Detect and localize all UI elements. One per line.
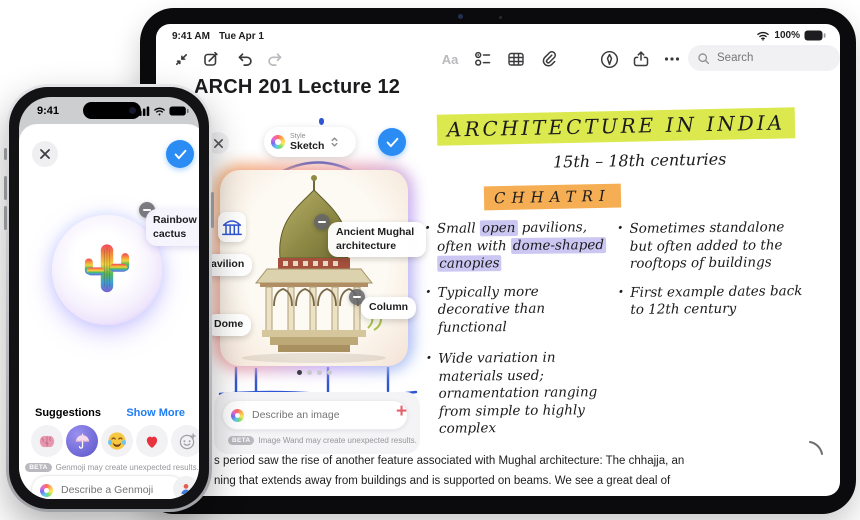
status-date: Tue Apr 1 (218, 31, 264, 42)
laughing-crying-emoji[interactable] (101, 425, 133, 457)
search-field[interactable] (688, 45, 840, 71)
note-title: ARCH 201 Lecture 12 (194, 76, 401, 98)
tag-rainbow-cactus[interactable]: Rainbow cactus (146, 209, 199, 247)
umbrella-genmoji[interactable] (66, 425, 98, 457)
brain-emoji[interactable] (31, 425, 63, 457)
redo-icon[interactable] (264, 48, 286, 70)
format-label: Aa (441, 51, 459, 67)
image-wand-accept-button[interactable] (378, 128, 406, 156)
note-bullet: First example dates back to 12th century (630, 282, 810, 319)
notes-column-right: Sometimes standalone but often added to … (617, 219, 810, 331)
volume-up-button (4, 176, 7, 200)
ipad-screen: 9:41 AM Tue Apr 1 100% Aa Search ARCH 20… (156, 24, 840, 496)
search-icon (697, 52, 710, 65)
image-wand-disclaimer: BETA Image Wand may create unexpected re… (228, 436, 417, 445)
beta-badge: BETA (228, 436, 255, 445)
heart-emoji[interactable] (136, 425, 168, 457)
action-button (4, 148, 7, 160)
collapse-toolbar-icon[interactable] (170, 48, 192, 70)
status-time: 9:41 (37, 105, 60, 117)
markup-pencil-icon[interactable] (598, 48, 620, 70)
disclaimer-text: Image Wand may create unexpected results… (258, 436, 417, 445)
genmoji-disclaimer: BETA Genmoji may create unexpected resul… (19, 463, 199, 472)
iphone-bezel: 9:41 Rainbow cactus Suggestions Show Mor… (9, 87, 209, 509)
describe-image-field[interactable] (222, 400, 408, 430)
style-label: Style (290, 132, 306, 140)
intelligence-swirl-icon (40, 483, 53, 497)
rainbow-cactus-emoji (84, 244, 130, 293)
battery-icon (804, 30, 826, 41)
chevron-up-down-icon (331, 137, 338, 147)
heading-highlight: ARCHITECTURE IN INDIA (436, 107, 796, 146)
more-ellipsis-icon[interactable] (661, 48, 683, 70)
note-bullet: Small open pavilions, often with dome-sh… (437, 219, 608, 273)
handwritten-heading: ARCHITECTURE IN INDIA (436, 107, 796, 146)
person-avatar-button[interactable] (173, 476, 199, 499)
style-value: Sketch (290, 139, 325, 152)
remove-tag-button[interactable] (314, 214, 330, 230)
notes-column-left: Small open pavilions, often with dome-sh… (425, 219, 609, 449)
section-highlight: CHHATRI (483, 183, 622, 211)
cellular-signal-icon (135, 106, 150, 116)
new-emoji-icon[interactable] (171, 425, 199, 457)
intelligence-swirl-icon (271, 135, 285, 149)
battery-icon (169, 106, 189, 116)
handwritten-subheading: 15th – 18th centuries (552, 149, 727, 172)
style-selector[interactable]: Style Sketch (264, 127, 356, 157)
describe-genmoji-field[interactable] (31, 475, 185, 499)
scroll-indicator[interactable] (806, 438, 826, 458)
checklist-icon[interactable] (472, 48, 494, 70)
note-bullet: Wide variation in materials used; orname… (438, 349, 609, 438)
variant-page-dots[interactable] (297, 370, 332, 375)
ink-drop (319, 118, 324, 125)
power-button (211, 192, 214, 228)
share-icon[interactable] (630, 48, 652, 70)
describe-genmoji-input[interactable] (59, 483, 176, 497)
status-time: 9:41 AM (172, 31, 210, 42)
compose-icon[interactable] (200, 48, 222, 70)
iphone-screen: 9:41 Rainbow cactus Suggestions Show Mor… (19, 97, 199, 499)
genmoji-close-button[interactable] (32, 141, 58, 167)
tag-column[interactable]: Column (361, 297, 417, 319)
text-format-icon[interactable]: Aa (439, 48, 461, 70)
ipad-status-right: 100% (756, 30, 826, 41)
volume-down-button (4, 206, 7, 230)
table-icon[interactable] (505, 48, 527, 70)
tag-dome[interactable]: Dome (206, 314, 252, 336)
undo-icon[interactable] (234, 48, 256, 70)
handwritten-section-title: CHHATRI (483, 183, 622, 211)
original-sketch-thumbnail[interactable] (218, 212, 246, 242)
note-paragraph: s period saw the rise of another feature… (214, 451, 826, 491)
suggestions-title: Suggestions (35, 407, 102, 419)
wifi-icon (154, 107, 165, 116)
intelligence-swirl-icon (231, 408, 244, 422)
add-image-button[interactable]: + (396, 402, 407, 421)
beta-badge: BETA (25, 463, 52, 472)
search-input[interactable] (715, 51, 840, 65)
note-bullet: Typically more decorative than functiona… (437, 283, 608, 337)
wifi-icon (756, 30, 770, 41)
disclaimer-text: Genmoji may create unexpected results. (55, 463, 199, 472)
attachment-paperclip-icon[interactable] (537, 48, 559, 70)
tag-ancient-mughal[interactable]: Ancient Mughal architecture (328, 222, 426, 258)
genmoji-accept-button[interactable] (166, 140, 194, 168)
suggestion-emoji-row (31, 425, 199, 457)
show-more-link[interactable]: Show More (126, 407, 185, 419)
note-bullet: Sometimes standalone but often added to … (629, 219, 810, 273)
paragraph-line: ning that extends away from buildings an… (214, 475, 671, 487)
ipad-device: 9:41 AM Tue Apr 1 100% Aa Search ARCH 20… (140, 8, 856, 514)
describe-image-input[interactable] (250, 408, 399, 422)
iphone-device: 9:41 Rainbow cactus Suggestions Show Mor… (4, 84, 214, 512)
battery-percent: 100% (774, 30, 800, 41)
iphone-status-icons (135, 106, 189, 116)
dynamic-island (83, 102, 141, 119)
paragraph-line: s period saw the rise of another feature… (214, 455, 685, 467)
front-camera (458, 14, 463, 19)
ipad-status-bar: 9:41 AM Tue Apr 1 (172, 31, 264, 42)
